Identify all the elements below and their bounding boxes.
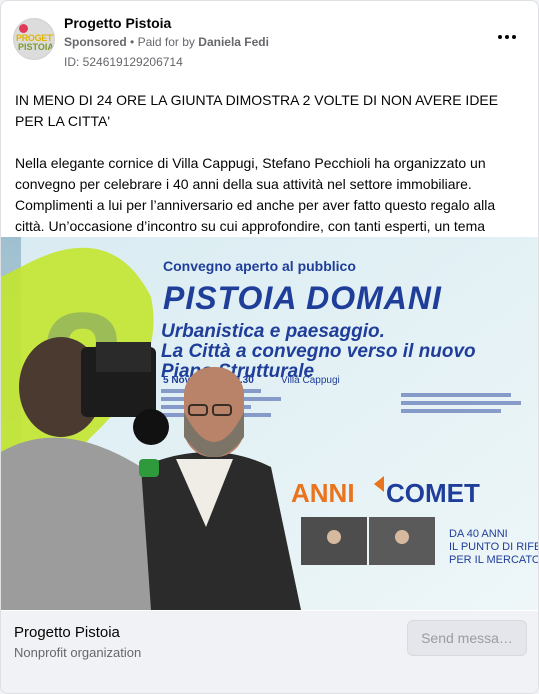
banner-line-1: Urbanistica e paesaggio.: [161, 321, 385, 342]
send-message-button[interactable]: Send messa…: [407, 620, 527, 656]
footer-category: Nonprofit organization: [14, 645, 142, 660]
avatar-logo-line2: PISTOIA: [18, 42, 54, 52]
separator-dot: •: [130, 35, 138, 49]
ad-photo-scene: 2 Convegno aperto al pubblico PISTOIA DO…: [1, 237, 538, 610]
sponsored-line: Sponsored • Paid for by Daniela Fedi: [64, 35, 269, 49]
payer-name[interactable]: Daniela Fedi: [198, 35, 269, 49]
logo-heart-icon: [19, 24, 28, 33]
microphone: [139, 459, 159, 477]
sponsor-partial-text: ANNI: [291, 478, 355, 508]
more-options-button[interactable]: [495, 29, 519, 45]
banner-line-2: La Città a convegno verso il nuovo: [161, 341, 476, 362]
ellipsis-icon-dot: [505, 35, 509, 39]
sponsor-brand: COMET: [386, 478, 480, 508]
banner-title: PISTOIA DOMANI: [163, 280, 442, 316]
ad-id: ID: 524619129206714: [64, 55, 183, 69]
footer-page-name[interactable]: Progetto Pistoia: [14, 624, 120, 641]
banner-place: Villa Cappugi: [281, 375, 340, 386]
post-paragraph-headline: IN MENO DI 24 ORE LA GIUNTA DIMOSTRA 2 V…: [15, 92, 499, 129]
ad-footer: Progetto Pistoia Nonprofit organization …: [1, 611, 538, 693]
paid-for-label: Paid for by: [137, 35, 195, 49]
anniversary-line-3: PER IL MERCATO I: [449, 554, 538, 566]
cameraman: [1, 337, 169, 610]
ellipsis-icon: [498, 35, 502, 39]
ad-image[interactable]: 2 Convegno aperto al pubblico PISTOIA DO…: [1, 237, 538, 610]
anniversary-line-1: DA 40 ANNI: [449, 528, 508, 540]
sponsored-label: Sponsored: [64, 35, 127, 49]
banner-subtitle: Convegno aperto al pubblico: [163, 258, 356, 274]
ellipsis-icon-dot: [512, 35, 516, 39]
anniversary-line-2: IL PUNTO DI RIFER: [449, 541, 538, 553]
ad-card: PROGETTO PISTOIA Progetto Pistoia Sponso…: [0, 0, 539, 694]
post-body: IN MENO DI 24 ORE LA GIUNTA DIMOSTRA 2 V…: [15, 90, 527, 258]
ad-header: PROGETTO PISTOIA Progetto Pistoia Sponso…: [1, 1, 538, 81]
page-name-link[interactable]: Progetto Pistoia: [64, 15, 171, 31]
page-avatar[interactable]: PROGETTO PISTOIA: [13, 18, 55, 60]
